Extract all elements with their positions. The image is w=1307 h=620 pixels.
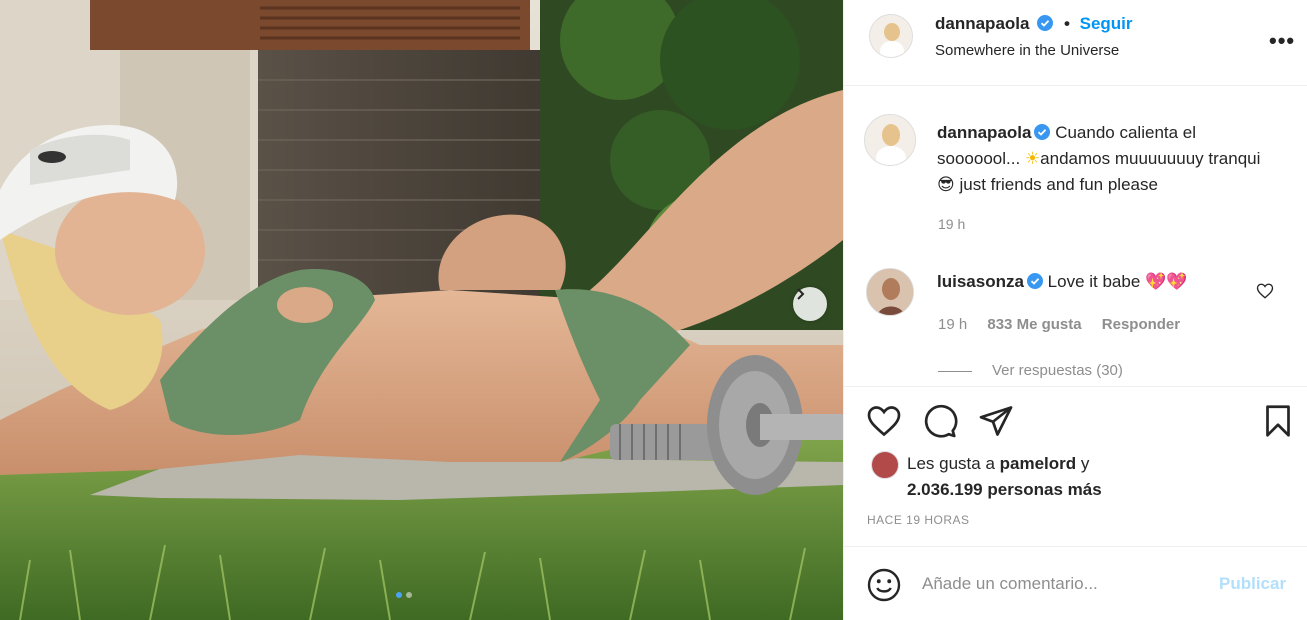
comment-like-count[interactable]: 833 Me gusta (987, 316, 1081, 333)
comment-meta: 19 h 833 Me gusta Responder (938, 316, 1196, 333)
sunbathing-photo (0, 0, 843, 620)
post-photo (0, 0, 843, 620)
caption-text: dannapaola Cuando calienta el sooooool..… (937, 120, 1282, 198)
carousel-next-button[interactable] (793, 287, 827, 321)
caption-body-3: just friends and fun please (959, 175, 1158, 194)
caption-timestamp: 19 h (938, 216, 966, 232)
replies-divider (938, 370, 972, 372)
likes-count[interactable]: 2.036.199 personas más (907, 480, 1102, 499)
author-username[interactable]: dannapaola (935, 14, 1029, 33)
carousel-indicator (396, 592, 412, 598)
comments-section: dannapaola Cuando calienta el sooooool..… (844, 86, 1307, 386)
comment-bubble-icon[interactable] (922, 403, 958, 439)
post-side-panel: dannapaola • Seguir Somewhere in the Uni… (843, 0, 1307, 620)
liker-username[interactable]: pamelord (1000, 454, 1077, 473)
separator-dot: • (1063, 14, 1070, 33)
follow-button[interactable]: Seguir (1080, 14, 1133, 33)
comment-like-heart-icon[interactable] (1256, 282, 1274, 300)
reply-button[interactable]: Responder (1102, 316, 1180, 333)
comment-body: Love it babe (1047, 272, 1141, 291)
header-author-line: dannapaola • Seguir (935, 14, 1133, 34)
heart-icon[interactable] (866, 403, 902, 439)
avatar-image (865, 115, 915, 165)
comment-text: luisasonza Love it babe 💖💖 (937, 272, 1187, 292)
avatar-image (867, 269, 913, 315)
verified-badge-icon (1037, 15, 1054, 31)
bookmark-icon[interactable] (1260, 403, 1296, 439)
verified-badge-icon (1034, 124, 1051, 140)
carousel-dot (406, 592, 412, 598)
hearts-emoji: 💖💖 (1145, 272, 1188, 291)
caption-body-2: andamos muuuuuuuy tranqui (1040, 149, 1261, 168)
publish-button[interactable]: Publicar (1219, 574, 1286, 594)
view-replies-button[interactable]: Ver respuestas (30) (938, 362, 1123, 379)
view-replies-label: Ver respuestas (30) (992, 362, 1123, 379)
post-header: dannapaola • Seguir Somewhere in the Uni… (844, 0, 1307, 86)
verified-badge-icon (1026, 273, 1043, 289)
paper-plane-icon[interactable] (978, 403, 1014, 439)
smiley-icon[interactable] (866, 567, 902, 603)
likes-prefix: Les gusta a (907, 454, 995, 473)
author-avatar[interactable] (869, 14, 913, 58)
post-location[interactable]: Somewhere in the Universe (935, 42, 1119, 59)
comment-input[interactable] (922, 571, 1212, 597)
chevron-right-icon (797, 288, 805, 300)
likes-summary: Les gusta a pamelord y 2.036.199 persona… (907, 451, 1267, 503)
post-actions: Les gusta a pamelord y 2.036.199 persona… (844, 386, 1307, 546)
commenter-username[interactable]: luisasonza (937, 272, 1024, 291)
commenter-avatar[interactable] (866, 268, 914, 316)
post-timestamp[interactable]: HACE 19 HORAS (867, 513, 970, 527)
carousel-dot (396, 592, 402, 598)
liker-avatar[interactable] (871, 451, 899, 479)
more-options-button[interactable]: ••• (1269, 28, 1295, 54)
likes-joiner: y (1080, 454, 1090, 473)
caption-author-avatar[interactable] (864, 114, 916, 166)
comment-timestamp: 19 h (938, 316, 968, 333)
sunglasses-emoji: 😎 (937, 175, 955, 194)
caption-username[interactable]: dannapaola (937, 123, 1031, 142)
sun-emoji: ☀ (1024, 149, 1041, 168)
add-comment-bar: Publicar (844, 546, 1307, 620)
avatar-image (870, 15, 912, 57)
